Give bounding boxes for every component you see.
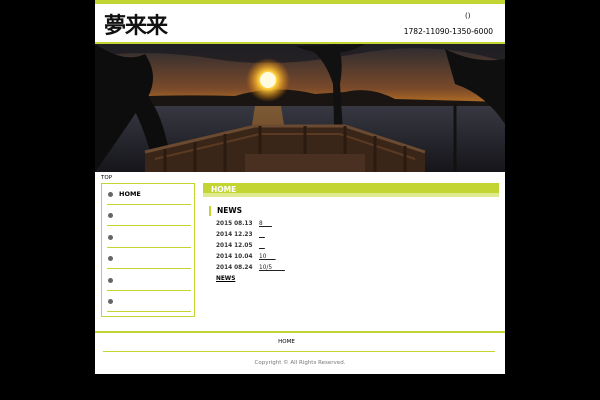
footer-divider-thin bbox=[103, 351, 495, 352]
sidebar-nav: HOME bbox=[101, 183, 195, 317]
page-container: 夢来来 () 1782-11090-1350-6000 TOP HOME HOM… bbox=[95, 0, 505, 374]
news-link[interactable]: 10 bbox=[259, 254, 276, 260]
breadcrumb[interactable]: TOP bbox=[101, 175, 112, 181]
sidebar-item-4[interactable] bbox=[107, 248, 191, 269]
news-date: 2015 08.13 bbox=[216, 221, 253, 227]
section-title-stripe bbox=[203, 193, 499, 197]
news-more-link[interactable]: NEWS bbox=[216, 276, 235, 282]
bullet-icon bbox=[108, 299, 113, 304]
section-title-bar: HOME bbox=[203, 183, 499, 197]
hero-image bbox=[95, 44, 505, 172]
bullet-icon bbox=[108, 278, 113, 283]
header-phone: 1782-11090-1350-6000 bbox=[403, 27, 493, 36]
news-link[interactable]: __ bbox=[259, 243, 265, 249]
news-date: 2014 12.23 bbox=[216, 232, 253, 238]
sidebar-item-6[interactable] bbox=[107, 291, 191, 312]
sidebar-item-2[interactable] bbox=[107, 205, 191, 226]
news-heading: NEWS bbox=[209, 206, 242, 216]
footer-home-link[interactable]: HOME bbox=[95, 339, 478, 345]
bullet-icon bbox=[108, 213, 113, 218]
copyright-text: Copyright © All Rights Reserved. bbox=[254, 360, 346, 366]
sunset-photo-icon bbox=[95, 44, 505, 172]
news-link[interactable]: 8 bbox=[259, 221, 272, 227]
news-link[interactable]: 10/5 bbox=[259, 265, 285, 271]
footer-divider bbox=[95, 331, 505, 333]
bullet-icon bbox=[108, 192, 113, 197]
bullet-icon bbox=[108, 256, 113, 261]
header-paren-text: () bbox=[465, 12, 471, 20]
sidebar-item-5[interactable] bbox=[107, 270, 191, 291]
sidebar-item-home[interactable]: HOME bbox=[107, 184, 191, 205]
top-accent-bar bbox=[95, 0, 505, 4]
news-date: 2014 12.05 bbox=[216, 243, 253, 249]
sidebar-item-label: HOME bbox=[119, 190, 141, 198]
news-date: 2014 10.04 bbox=[216, 254, 253, 260]
news-link[interactable]: __ bbox=[259, 232, 265, 238]
section-title: HOME bbox=[211, 185, 237, 194]
site-logo[interactable]: 夢来来 bbox=[104, 8, 168, 40]
bullet-icon bbox=[108, 235, 113, 240]
news-date: 2014 08.24 bbox=[216, 265, 253, 271]
sidebar-item-3[interactable] bbox=[107, 227, 191, 248]
